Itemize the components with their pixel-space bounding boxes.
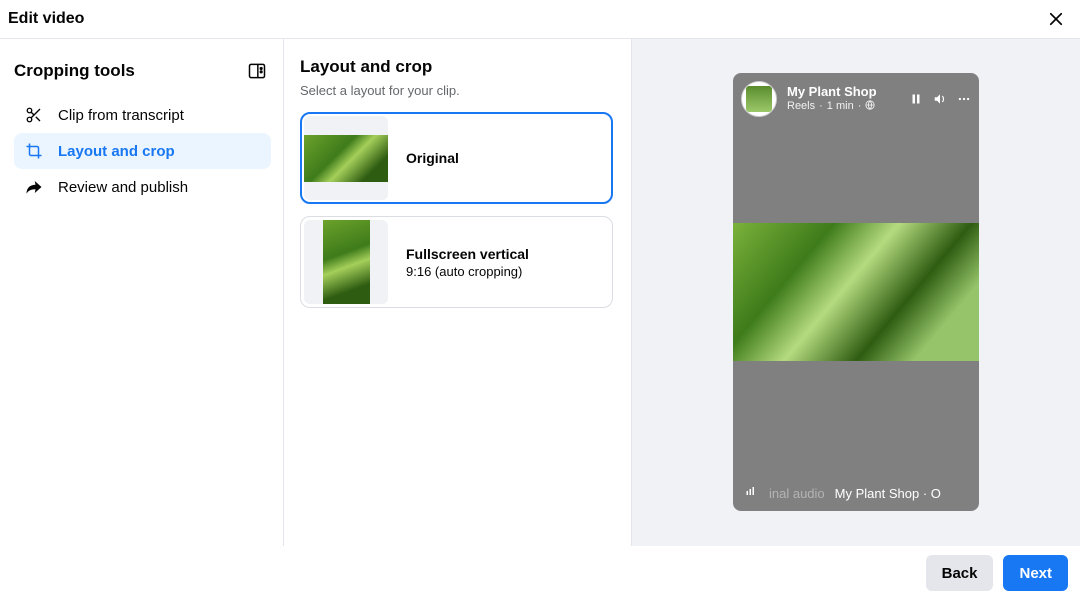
sidebar-item-clip-transcript[interactable]: Clip from transcript [14, 97, 271, 133]
option-title: Original [406, 150, 459, 166]
back-button[interactable]: Back [926, 555, 994, 591]
scissors-icon [24, 105, 44, 125]
sidebar: Cropping tools Clip from transcript Layo… [0, 39, 284, 546]
panel-subtitle: Select a layout for your clip. [300, 83, 613, 98]
panel-title: Layout and crop [300, 57, 613, 77]
video-frame [733, 223, 979, 361]
reels-label: Reels [787, 100, 815, 113]
sidebar-title: Cropping tools [14, 61, 135, 81]
option-text: Fullscreen vertical 9:16 (auto cropping) [406, 246, 529, 279]
audio-trail: My Plant Shop · O [835, 486, 941, 501]
thumbnail [304, 220, 388, 304]
thumbnail-image [304, 135, 388, 182]
panel-toggle-button[interactable] [243, 57, 271, 85]
panel-icon [247, 61, 267, 81]
thumbnail [304, 116, 388, 200]
sidebar-item-layout-crop[interactable]: Layout and crop [14, 133, 271, 169]
page-title: Edit video [8, 10, 84, 28]
globe-icon [865, 100, 875, 114]
more-icon[interactable] [957, 92, 971, 106]
next-button[interactable]: Next [1003, 555, 1068, 591]
close-button[interactable] [1042, 5, 1070, 33]
option-text: Original [406, 150, 459, 166]
audio-bars-icon [743, 486, 759, 501]
pause-icon[interactable] [909, 92, 923, 106]
footer: Back Next [0, 546, 1080, 600]
phone-preview: My Plant Shop Reels · 1 min · [733, 73, 979, 511]
sidebar-item-review-publish[interactable]: Review and publish [14, 169, 271, 205]
share-icon [24, 177, 44, 197]
sidebar-item-label: Layout and crop [58, 143, 175, 160]
layout-option-vertical[interactable]: Fullscreen vertical 9:16 (auto cropping) [300, 216, 613, 308]
close-icon [1047, 10, 1065, 28]
thumbnail-image [323, 220, 370, 304]
layout-panel: Layout and crop Select a layout for your… [284, 39, 632, 546]
volume-icon[interactable] [933, 92, 947, 106]
sidebar-item-label: Clip from transcript [58, 107, 184, 124]
shop-name: My Plant Shop [787, 84, 899, 100]
avatar [741, 81, 777, 117]
crop-icon [24, 141, 44, 161]
audio-label: inal audio [769, 486, 825, 501]
option-title: Fullscreen vertical [406, 246, 529, 262]
sidebar-item-label: Review and publish [58, 179, 188, 196]
preview-area: My Plant Shop Reels · 1 min · [632, 39, 1080, 546]
option-subtitle: 9:16 (auto cropping) [406, 264, 529, 279]
layout-option-original[interactable]: Original [300, 112, 613, 204]
time-label: 1 min [827, 100, 854, 113]
